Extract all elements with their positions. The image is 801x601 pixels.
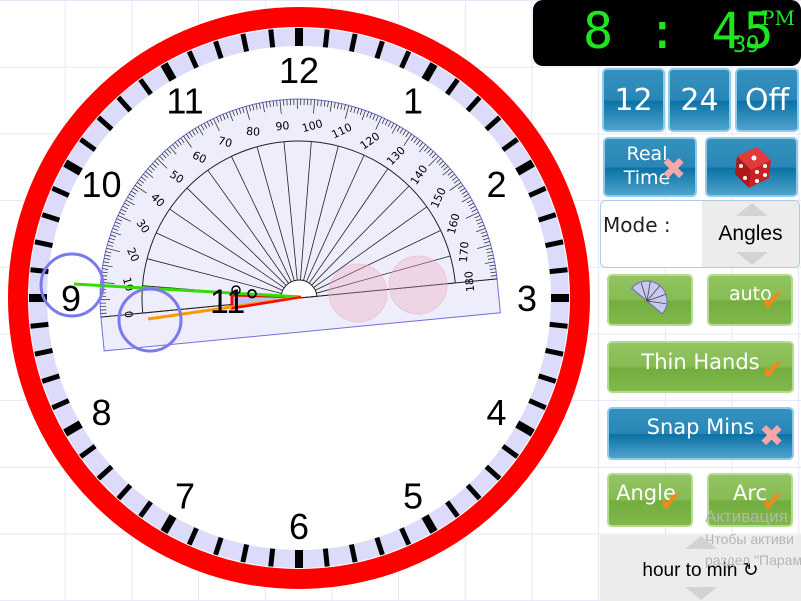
check-icon: ✔ xyxy=(761,284,785,317)
hour-number: 10 xyxy=(82,164,122,205)
pink-handle xyxy=(328,263,388,323)
protractor-label: 80 xyxy=(246,125,261,139)
real-time-button[interactable]: Real Time ✖ xyxy=(603,137,697,197)
protractor-icon xyxy=(630,280,668,315)
mode-value: Angles xyxy=(718,222,783,245)
minute-tick xyxy=(268,548,276,567)
protractor-label: 170 xyxy=(457,241,472,263)
hour-number: 4 xyxy=(486,392,506,433)
spinner-down-icon[interactable] xyxy=(736,252,768,265)
digital-seconds: 39 xyxy=(733,33,760,58)
hour-number: 7 xyxy=(175,475,195,516)
digital-clock: 8 : 45 39 PM xyxy=(533,0,801,66)
hour-number: 3 xyxy=(517,278,537,319)
hour-number: 11 xyxy=(166,81,203,122)
format-12-button[interactable]: 12 xyxy=(602,68,665,132)
protractor-toggle-button[interactable] xyxy=(607,274,693,326)
hour-number: 1 xyxy=(403,81,423,122)
check-icon: ✔ xyxy=(659,485,683,518)
watermark-line: Чтобы активи xyxy=(705,531,794,547)
minute-tick xyxy=(322,548,330,567)
thin-hands-button[interactable]: Thin Hands ✔ xyxy=(607,341,794,393)
mode-spinner[interactable]: Angles xyxy=(702,201,799,267)
minute-tick xyxy=(268,29,276,48)
angle-readout: 11° xyxy=(210,283,259,321)
format-24-button[interactable]: 24 xyxy=(668,68,731,132)
hour-number: 6 xyxy=(289,506,309,547)
random-time-button[interactable] xyxy=(705,137,798,197)
mode-label: Mode : xyxy=(603,213,671,237)
cross-icon: ✖ xyxy=(661,152,687,187)
hour-number: 2 xyxy=(486,164,506,205)
auto-button[interactable]: auto ✔ xyxy=(707,274,793,326)
cross-icon: ✖ xyxy=(759,419,785,454)
protractor-label: 90 xyxy=(275,119,290,133)
spinner-up-icon[interactable] xyxy=(736,203,768,216)
mode-selector[interactable]: Mode : Angles xyxy=(600,200,800,268)
hour-number: 5 xyxy=(403,475,423,516)
dice-icon xyxy=(734,147,771,188)
watermark-line: раздел "Парам xyxy=(705,552,801,568)
spinner-down-icon[interactable] xyxy=(685,587,717,600)
format-off-button[interactable]: Off xyxy=(735,68,799,132)
pink-handle xyxy=(388,255,448,315)
angle-button[interactable]: Angle ✔ xyxy=(607,473,693,527)
minute-tick xyxy=(30,321,49,329)
minute-tick xyxy=(549,321,568,329)
minute-tick xyxy=(322,29,330,48)
snap-mins-label: Snap Mins xyxy=(646,414,755,439)
watermark-line: Активация xyxy=(705,507,788,526)
hour-number: 12 xyxy=(279,50,319,91)
minute-tick xyxy=(549,267,568,275)
thin-hands-label: Thin Hands xyxy=(641,350,760,374)
analog-clock[interactable]: 121234567891011 010203040506070809010011… xyxy=(0,0,600,601)
snap-mins-button[interactable]: Snap Mins ✖ xyxy=(607,407,794,460)
check-icon: ✔ xyxy=(761,353,785,386)
digital-ampm: PM xyxy=(761,6,795,30)
hour-number: 8 xyxy=(92,392,112,433)
